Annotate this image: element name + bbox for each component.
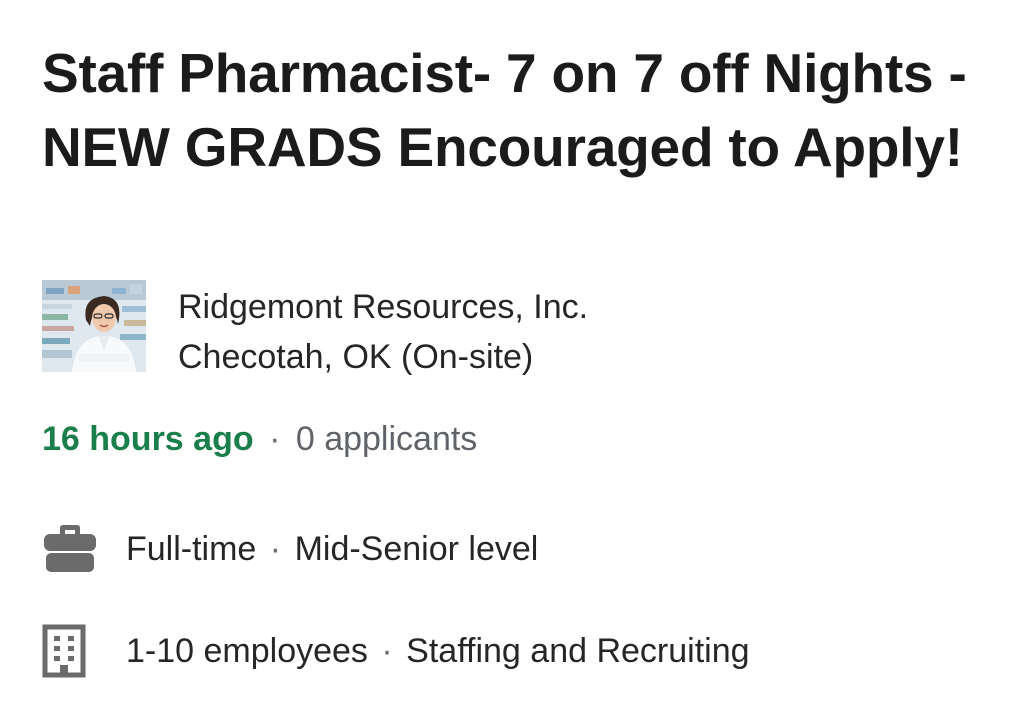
company-size-details: 1-10 employees · Staffing and Recruiting xyxy=(126,626,750,676)
job-meta-line: 16 hours ago · 0 applicants xyxy=(42,416,477,462)
company-logo[interactable] xyxy=(42,280,146,372)
employment-details: Full-time · Mid-Senior level xyxy=(126,524,538,574)
job-location: Checotah, OK (On-site) xyxy=(178,338,534,376)
briefcase-icon xyxy=(42,522,102,576)
applicant-count: 0 applicants xyxy=(295,420,478,458)
company-industry: Staffing and Recruiting xyxy=(406,632,750,670)
employment-type: Full-time xyxy=(126,530,257,568)
company-name[interactable]: Ridgemont Resources, Inc. xyxy=(178,282,588,332)
company-size: 1-10 employees xyxy=(126,632,368,670)
building-icon xyxy=(42,624,102,678)
company-size-separator: · xyxy=(381,632,393,670)
posted-time: 16 hours ago xyxy=(42,420,254,458)
company-block: Ridgemont Resources, Inc. Checotah, OK (… xyxy=(42,280,588,382)
job-title: Staff Pharmacist- 7 on 7 off Nights - NE… xyxy=(42,42,967,178)
company-info: Ridgemont Resources, Inc. Checotah, OK (… xyxy=(178,282,588,382)
employment-separator: · xyxy=(269,530,282,568)
meta-separator: · xyxy=(269,420,281,458)
seniority-level: Mid-Senior level xyxy=(294,530,539,568)
employment-insight: Full-time · Mid-Senior level xyxy=(42,522,538,576)
company-size-insight: 1-10 employees · Staffing and Recruiting xyxy=(42,624,750,678)
